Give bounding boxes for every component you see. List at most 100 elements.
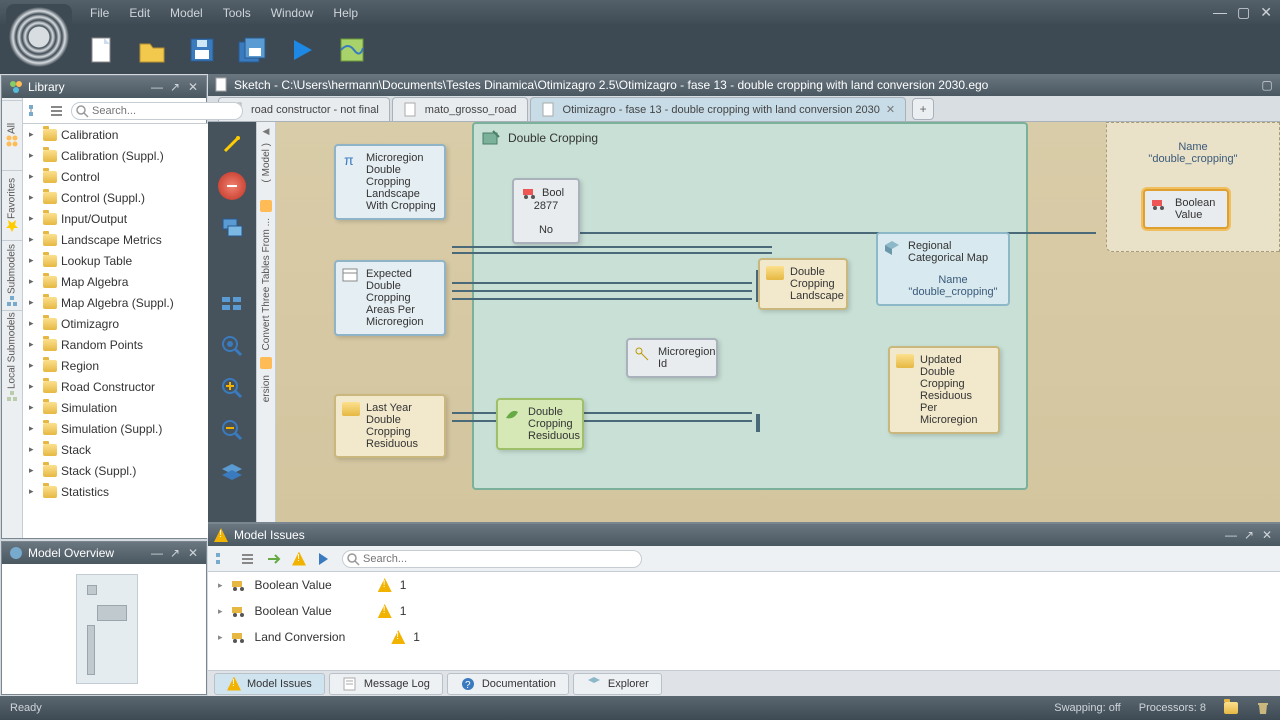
zoom-fit-tool[interactable] (218, 332, 246, 360)
expand-icon[interactable]: ▸ (29, 444, 39, 455)
list-icon[interactable] (49, 103, 65, 119)
map-button[interactable] (336, 34, 368, 66)
wand-tool[interactable] (218, 130, 246, 158)
side-label-model[interactable]: ( Model ) (261, 143, 272, 182)
doc-tab-0[interactable]: road constructor - not final (218, 97, 390, 121)
menu-tools[interactable]: Tools (213, 2, 261, 24)
node-residuous[interactable]: Double Cropping Residuous (496, 398, 584, 450)
doc-tab-2[interactable]: Otimizagro - fase 13 - double cropping w… (530, 97, 907, 121)
expand-icon[interactable]: ▸ (29, 360, 39, 371)
panel-close-icon[interactable]: ✕ (1260, 528, 1274, 542)
overview-canvas[interactable] (2, 564, 206, 694)
sidetab-favorites[interactable]: Favorites (2, 170, 22, 240)
expand-icon[interactable]: ▸ (29, 129, 39, 140)
panel-minimize-icon[interactable]: — (150, 80, 164, 94)
node-microregion-id[interactable]: Microregion Id (626, 338, 718, 378)
play-icon[interactable] (316, 551, 332, 567)
warning-filter-icon[interactable] (292, 552, 306, 566)
minimize-icon[interactable]: — (1213, 4, 1227, 21)
save-button[interactable] (186, 34, 218, 66)
stop-tool[interactable] (218, 172, 246, 200)
expand-icon[interactable]: ▸ (29, 234, 39, 245)
node-regional-map[interactable]: Regional Categorical Map Name"double_cro… (876, 232, 1010, 306)
expand-icon[interactable]: ▸ (29, 171, 39, 182)
issues-list[interactable]: ▸Boolean Value1▸Boolean Value1▸Land Conv… (208, 572, 1280, 670)
bottab-issues[interactable]: Model Issues (214, 673, 325, 695)
menu-edit[interactable]: Edit (119, 2, 160, 24)
tab-close-icon[interactable]: ✕ (886, 103, 895, 116)
folder-icon[interactable] (1224, 702, 1238, 714)
issue-row[interactable]: ▸Boolean Value1 (208, 598, 1280, 624)
close-icon[interactable]: ✕ (1260, 4, 1272, 21)
expand-icon[interactable]: ▸ (218, 580, 223, 591)
panel-pin-icon[interactable]: ↗ (168, 546, 182, 560)
expand-icon[interactable]: ▸ (218, 632, 223, 643)
open-button[interactable] (136, 34, 168, 66)
node-dc-landscape[interactable]: Double Cropping Landscape (758, 258, 848, 310)
bottab-log[interactable]: Message Log (329, 673, 443, 695)
library-search-input[interactable] (71, 102, 243, 120)
expand-icon[interactable]: ▸ (29, 192, 39, 203)
windows-tool[interactable] (218, 214, 246, 242)
expand-icon[interactable]: ▸ (29, 381, 39, 392)
issues-search-input[interactable] (342, 550, 642, 568)
panel-minimize-icon[interactable]: — (150, 546, 164, 560)
expand-icon[interactable]: ▸ (29, 465, 39, 476)
panel-pin-icon[interactable]: ↗ (1242, 528, 1256, 542)
node-expected-areas[interactable]: Expected Double Cropping Areas Per Micro… (334, 260, 446, 336)
run-button[interactable] (286, 34, 318, 66)
expand-icon[interactable]: ▸ (29, 423, 39, 434)
panel-close-icon[interactable]: ✕ (186, 546, 200, 560)
align-tool[interactable] (218, 290, 246, 318)
node-microregion-landscape[interactable]: π Microregion Double Cropping Landscape … (334, 144, 446, 220)
tree-icon[interactable] (214, 551, 230, 567)
expand-icon[interactable]: ▸ (218, 606, 223, 617)
model-canvas[interactable]: Double Cropping π Microregion Double Cro… (276, 122, 1280, 522)
expand-icon[interactable]: ▸ (29, 276, 39, 287)
side-label-convert[interactable]: Convert Three Tables From ... (261, 218, 272, 350)
expand-icon[interactable]: ▸ (29, 255, 39, 266)
save-all-button[interactable] (236, 34, 268, 66)
sidetab-submodels[interactable]: Submodels (2, 240, 22, 310)
sidetab-all[interactable]: All (2, 100, 22, 170)
menu-file[interactable]: File (80, 2, 119, 24)
folder-icon (43, 213, 57, 225)
zoom-in-tool[interactable] (218, 374, 246, 402)
menu-window[interactable]: Window (261, 2, 324, 24)
node-boolean-value[interactable]: Boolean Value (1143, 189, 1229, 229)
menu-model[interactable]: Model (160, 2, 213, 24)
maximize-icon[interactable]: ▢ (1237, 4, 1250, 21)
expand-icon[interactable]: ▸ (29, 150, 39, 161)
trash-icon[interactable] (1256, 701, 1270, 715)
panel-pin-icon[interactable]: ↗ (168, 80, 182, 94)
issue-row[interactable]: ▸Land Conversion1 (208, 624, 1280, 650)
collapse-icon[interactable]: ◀ (263, 126, 270, 137)
expand-icon[interactable]: ▸ (29, 318, 39, 329)
bottab-docs[interactable]: ?Documentation (447, 673, 569, 695)
goto-icon[interactable] (266, 551, 282, 567)
list-icon[interactable] (240, 551, 256, 567)
add-tab-button[interactable]: + (912, 98, 934, 120)
expand-icon[interactable]: ▸ (29, 297, 39, 308)
sidetab-local-submodels[interactable]: Local Submodels (2, 310, 22, 404)
issue-row[interactable]: ▸Boolean Value1 (208, 572, 1280, 598)
expand-icon[interactable]: ▸ (29, 339, 39, 350)
node-updated-residuous[interactable]: Updated Double Cropping Residuous Per Mi… (888, 346, 1000, 434)
expand-icon[interactable]: ▸ (29, 402, 39, 413)
tree-icon[interactable] (27, 103, 43, 119)
panel-maximize-icon[interactable]: ▢ (1260, 78, 1274, 92)
zoom-out-tool[interactable] (218, 416, 246, 444)
menu-help[interactable]: Help (323, 2, 368, 24)
panel-close-icon[interactable]: ✕ (186, 80, 200, 94)
panel-minimize-icon[interactable]: — (1224, 528, 1238, 542)
doc-tab-1[interactable]: mato_grosso_road (392, 97, 528, 121)
layers-tool[interactable] (218, 458, 246, 486)
node-bool[interactable]: Bool 2877 No (512, 178, 580, 244)
expand-icon[interactable]: ▸ (29, 486, 39, 497)
side-label-version[interactable]: ersion (261, 375, 272, 402)
expand-icon[interactable]: ▸ (29, 213, 39, 224)
node-last-year-residuous[interactable]: Last Year Double Cropping Residuous (334, 394, 446, 458)
issue-count: 1 (400, 604, 407, 618)
bottab-explorer[interactable]: Explorer (573, 673, 662, 695)
new-button[interactable] (86, 34, 118, 66)
